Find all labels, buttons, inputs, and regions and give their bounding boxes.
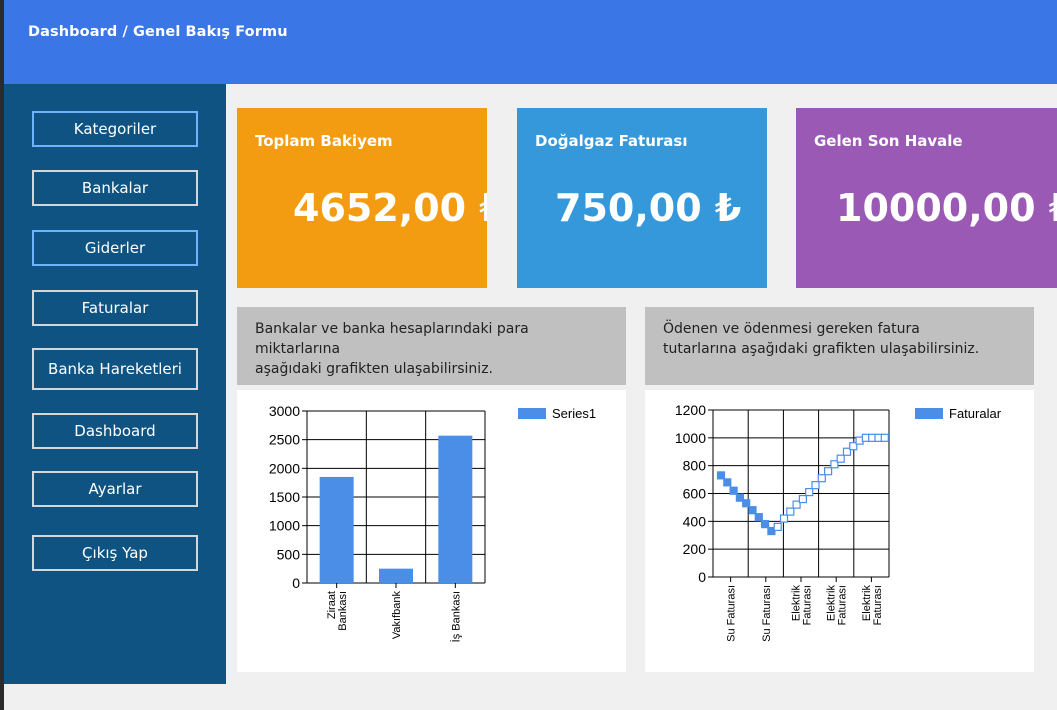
data-point [742,499,751,508]
tick-label-y: 200 [683,541,707,557]
card-value: 10000,00 ₺ [836,186,1057,230]
data-point [779,514,789,523]
tick-label-y: 1500 [269,489,300,505]
legend-swatch [915,408,943,419]
tick-label-y: 1000 [269,518,300,534]
data-point [773,522,782,531]
legend-label: Series1 [552,406,596,421]
data-point [786,507,795,516]
tick-label-y: 0 [698,569,706,585]
tick-label-y: 0 [292,575,300,591]
data-point [880,433,889,442]
header-bar: Dashboard / Genel Bakış Formu [4,0,1057,84]
legend-swatch [518,408,546,419]
data-point [723,478,732,487]
data-point [805,488,814,497]
tick-label-x: Vakıfbank [391,591,403,640]
bills-info-line-1: Ödenen ve ödenmesi gereken fatura [663,321,920,337]
tick-label-y: 1000 [675,430,706,446]
data-point [754,513,763,522]
data-point [824,467,833,476]
bills-line-chart: 0 200 400 600 800 1000 1200 Su Faturası Su Fatur… [675,402,1002,642]
banks-info-line-1: Bankalar ve banka hesaplarındaki para mi… [255,321,529,357]
tick-label-y: 1200 [675,402,706,418]
tick-label-x: Faturası [837,585,849,625]
card-value: 4652,00 ₺ [293,186,487,230]
card-title: Gelen Son Havale [814,132,963,150]
app-window: Dashboard / Genel Bakış Formu Kategorile… [4,0,1057,710]
data-point [811,481,820,490]
data-point [760,520,770,529]
sidebar-item-ayarlar[interactable]: Ayarlar [32,471,198,507]
bar [379,568,413,583]
page-title: Dashboard / Genel Bakış Formu [28,24,288,40]
sidebar-item-giderler[interactable]: Giderler [32,230,198,266]
sidebar-item-faturalar[interactable]: Faturalar [32,290,198,326]
bar [319,476,354,583]
tick-label-y: 400 [683,513,707,529]
data-point [836,454,845,463]
tick-label-x: Faturası [802,585,814,625]
bills-chart-panel: 0 200 400 600 800 1000 1200 Su Faturası Su Fatur… [645,390,1034,672]
card-last-transfer: Gelen Son Havale 10000,00 ₺ [796,108,1057,288]
tick-label-y: 3000 [269,403,300,419]
sidebar-item-cikis-yap[interactable]: Çıkış Yap [32,535,198,571]
data-point [817,474,826,483]
tick-label-x: Su Faturası [761,585,773,642]
bills-info-line-2: tutarlarına aşağıdaki grafikten ulaşabil… [663,341,980,357]
bar [438,435,473,583]
data-point [798,494,807,504]
data-point [716,471,726,480]
card-gas-bill: Doğalgaz Faturası 750,00 ₺ [517,108,767,288]
sidebar-item-kategoriler[interactable]: Kategoriler [32,111,198,147]
sidebar-item-dashboard[interactable]: Dashboard [32,413,198,449]
card-total-balance: Toplam Bakiyem 4652,00 ₺ [237,108,487,288]
legend-label: Faturalar [949,406,1002,421]
banks-bar-chart: 050010001500200025003000Ziraat Bankası Vak… [269,403,596,642]
card-value: 750,00 ₺ [555,186,742,230]
tick-label-y: 800 [683,458,707,474]
card-title: Toplam Bakiyem [255,132,393,150]
tick-label-x: Bankası [337,591,349,631]
card-title: Doğalgaz Faturası [535,132,688,150]
tick-label-x: Faturası [872,585,884,625]
data-point [729,486,738,495]
tick-label-y: 2000 [269,460,300,476]
sidebar-item-banka-hareketleri[interactable]: Banka Hareketleri [32,348,198,390]
banks-info-line-2: aşağıdaki grafikten ulaşabilirsiniz. [255,361,493,377]
tick-label-x: Su Faturası [726,585,738,642]
sidebar-item-bankalar[interactable]: Bankalar [32,170,198,206]
banks-chart-panel: 0 500 1000 1500 2000 2500 3000 Ziraat Bankası Vak… [237,390,626,672]
data-point [748,506,757,515]
tick-label-y: 500 [277,546,301,562]
tick-label-x: İş Bankası [449,591,462,642]
tick-label-y: 2500 [269,432,300,448]
tick-label-y: 600 [683,486,707,502]
banks-info-panel: Bankalar ve banka hesaplarındaki para mi… [237,307,626,385]
sidebar: Kategoriler Bankalar Giderler Faturalar … [4,84,226,684]
bills-info-panel: Ödenen ve ödenmesi gereken fatura tutarl… [645,307,1034,385]
